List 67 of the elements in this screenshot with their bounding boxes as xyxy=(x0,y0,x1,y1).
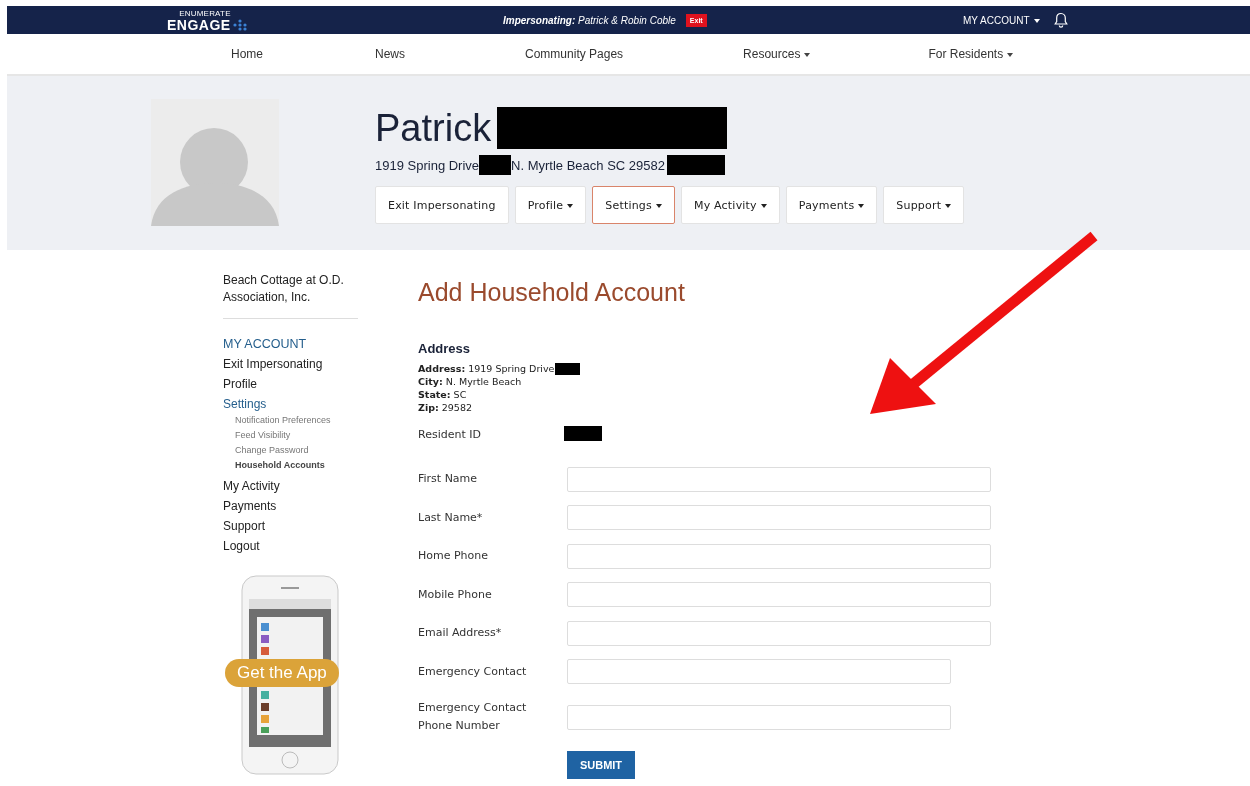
field-label: Email Address* xyxy=(418,625,503,642)
sidebar-link[interactable]: Payments xyxy=(223,499,358,513)
account-menu-button[interactable]: Settings xyxy=(592,186,675,224)
caret-icon xyxy=(567,203,574,208)
sidebar-link[interactable]: Profile xyxy=(223,377,358,391)
field-label: Home Phone xyxy=(418,548,490,565)
account-menu-button[interactable]: Exit Impersonating xyxy=(375,186,509,224)
caret-icon xyxy=(656,203,662,208)
field-label: Emergency Contact xyxy=(418,663,528,680)
address-detail: Zip: 29582 xyxy=(418,401,472,414)
account-menu-button[interactable]: Support xyxy=(883,186,965,224)
input-field[interactable] xyxy=(567,620,991,646)
bell-icon[interactable] xyxy=(1053,12,1068,28)
input-field[interactable] xyxy=(567,659,951,685)
account-menu-button[interactable]: Payments xyxy=(785,186,878,224)
nav-link[interactable]: Resources xyxy=(743,47,811,61)
redaction-bar xyxy=(564,426,602,441)
page-title: Add Household Account xyxy=(418,278,686,307)
dots-icon xyxy=(232,18,247,31)
caret-icon xyxy=(760,203,767,208)
address-text: N. Myrtle Beach SC 29582 xyxy=(511,157,665,173)
field-label: Emergency Contact Phone Number xyxy=(418,700,528,734)
redaction-bar xyxy=(555,362,581,375)
nav-link[interactable]: Community Pages xyxy=(525,47,624,61)
input-field[interactable] xyxy=(567,704,951,730)
submit-button[interactable]: SUBMIT xyxy=(567,751,635,780)
account-menu-button[interactable]: Profile xyxy=(514,186,587,224)
account-menu-button[interactable]: My Activity xyxy=(681,186,780,224)
nav-link[interactable]: Home xyxy=(231,47,263,61)
field-label: Resident ID xyxy=(418,427,482,443)
impersonating-notice: Impersonating: Patrick & Robin Coble xyxy=(503,14,676,26)
address-text: 1919 Spring Drive xyxy=(375,157,480,173)
resident-name: Patrick xyxy=(375,106,492,150)
sidebar-sublink[interactable]: Change Password xyxy=(235,443,358,458)
nav-link[interactable]: For Residents xyxy=(928,47,1014,61)
sidebar-link[interactable]: Exit Impersonating xyxy=(223,357,358,371)
input-field[interactable] xyxy=(567,582,991,608)
address-detail: Address: 1919 Spring Drive xyxy=(418,362,555,375)
logo[interactable]: ENGAGE xyxy=(167,17,231,32)
sidebar-sublink[interactable]: Household Accounts xyxy=(235,458,358,473)
caret-icon xyxy=(1033,18,1040,23)
input-field[interactable] xyxy=(567,543,991,569)
address-detail: City: N. Myrtle Beach xyxy=(418,375,522,388)
nav-link[interactable]: News xyxy=(375,47,406,61)
sidebar-heading: MY ACCOUNT xyxy=(223,337,308,351)
redaction-bar xyxy=(666,155,725,175)
association-name: Beach Cottage at O.D. Association, Inc. xyxy=(223,272,358,319)
caret-icon xyxy=(858,203,865,208)
my-account-menu[interactable]: MY ACCOUNT xyxy=(963,14,1040,26)
caret-icon xyxy=(945,203,952,208)
sidebar-link[interactable]: Settings xyxy=(223,397,358,411)
input-field[interactable] xyxy=(567,466,991,492)
sidebar-link[interactable]: My Activity xyxy=(223,479,358,493)
section-heading: Address xyxy=(418,341,472,356)
caret-icon xyxy=(804,52,811,57)
sidebar-sublink[interactable]: Feed Visibility xyxy=(235,428,358,443)
logo-tagline: ENUMERATE xyxy=(179,8,231,18)
address-detail: State: SC xyxy=(418,388,467,401)
sidebar-sublink[interactable]: Notification Preferences xyxy=(235,413,358,428)
input-field[interactable] xyxy=(567,505,991,531)
field-label: Last Name* xyxy=(418,509,484,526)
sidebar-link[interactable]: Support xyxy=(223,519,358,533)
caret-icon xyxy=(1007,52,1014,57)
field-label: First Name xyxy=(418,471,479,488)
sidebar-link[interactable]: Logout xyxy=(223,539,358,553)
field-label: Mobile Phone xyxy=(418,586,493,603)
redaction-bar xyxy=(479,155,512,175)
